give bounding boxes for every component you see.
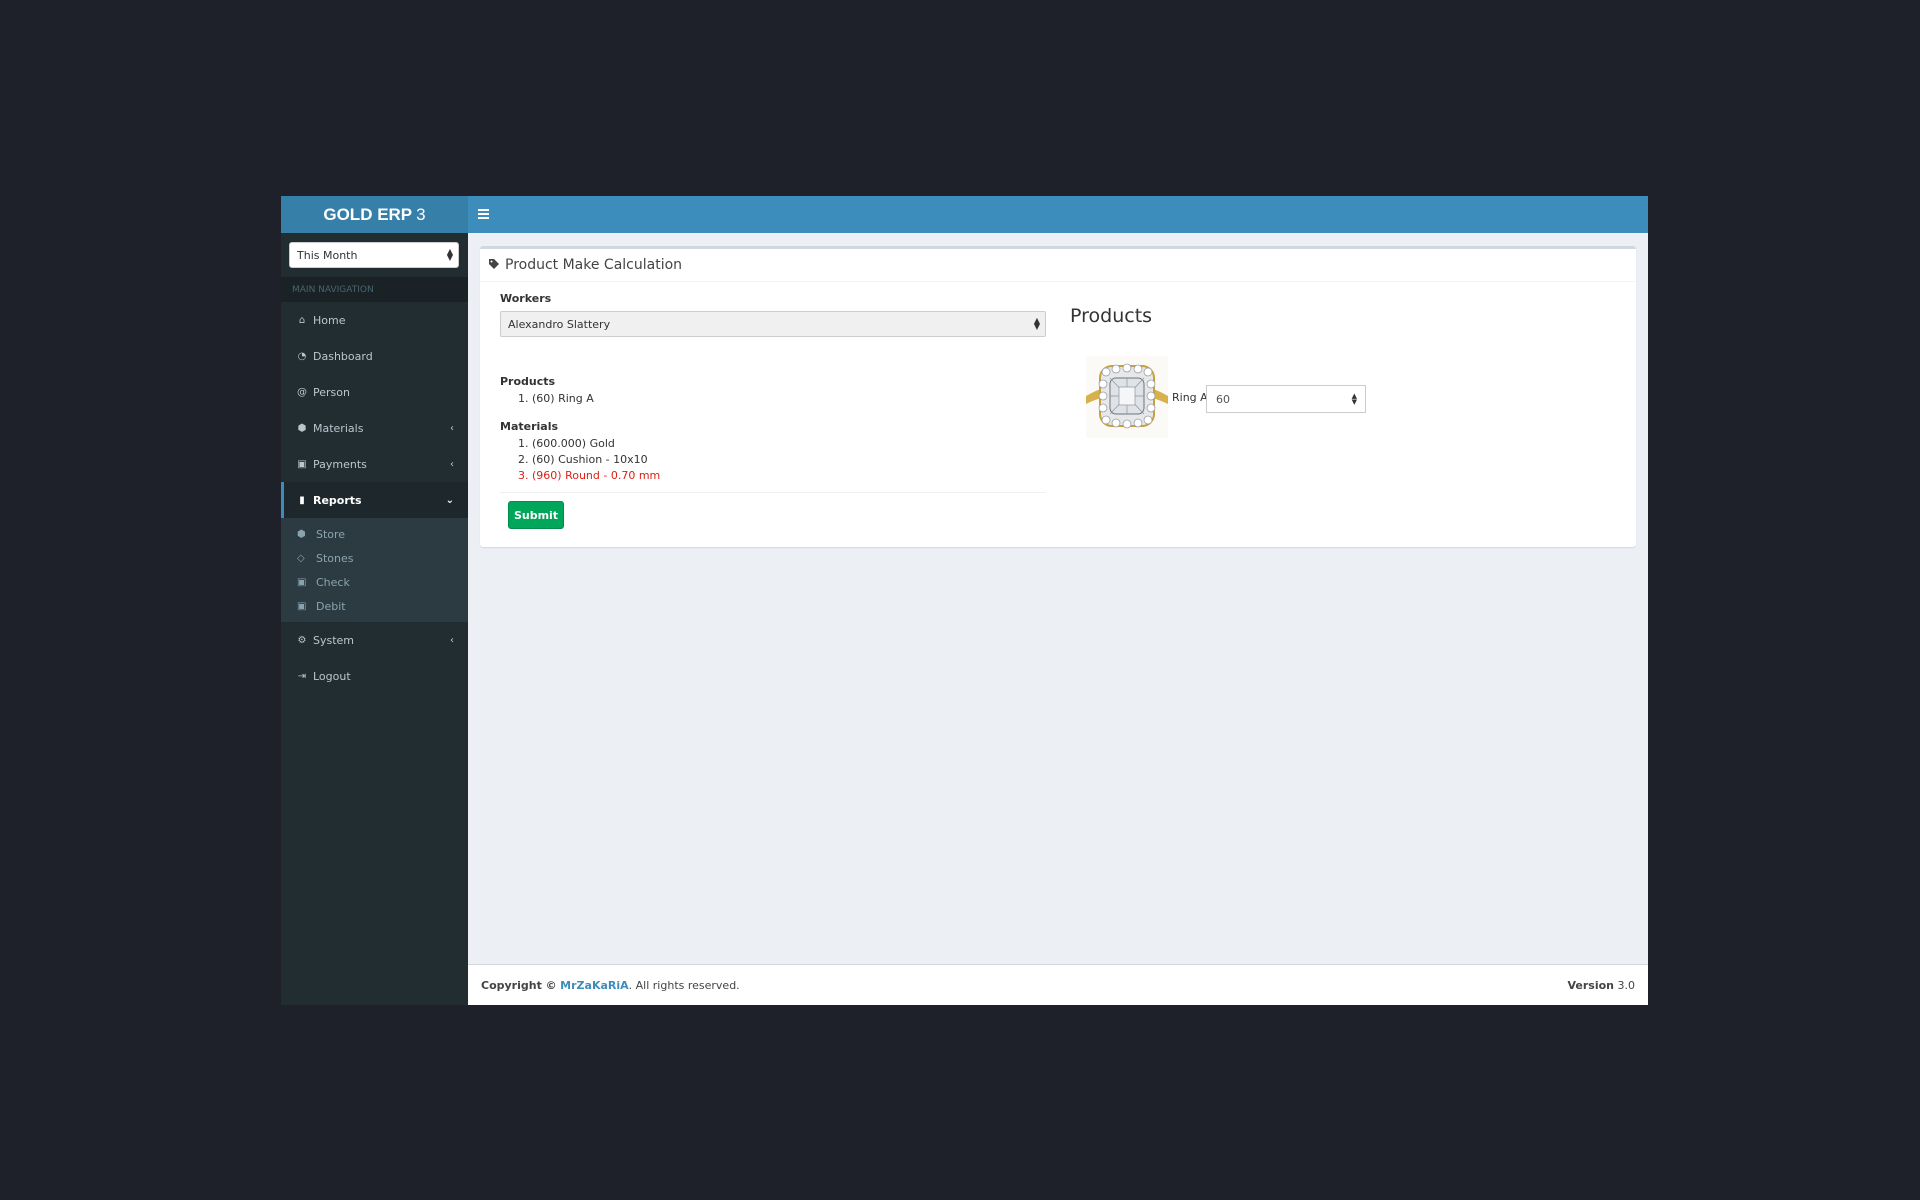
tag-icon [488, 258, 500, 273]
product-quantity-input[interactable]: 60 ▲ ▼ [1206, 385, 1366, 413]
sidebar-item-materials[interactable]: ⬢ Materials ‹ [281, 410, 468, 446]
sidebar-item-label: Reports [313, 493, 362, 507]
submit-button[interactable]: Submit [508, 501, 564, 529]
period-select-value: This Month [297, 248, 358, 262]
worker-select[interactable]: Alexandro Slattery ▲ ▼ [500, 311, 1046, 337]
sidebar: This Month ▲ ▼ MAIN NAVIGATION ⌂ Home ◔ D… [281, 233, 468, 1005]
products-list: (60) Ring A [500, 391, 594, 407]
chevron-left-icon: ‹ [450, 634, 454, 646]
submenu-item-label: Stones [316, 551, 354, 565]
at-icon: @ [297, 386, 307, 398]
period-select[interactable]: This Month ▲ ▼ [289, 242, 459, 268]
products-list-label: Products [500, 375, 556, 388]
ring-image [1086, 356, 1168, 438]
materials-list-label: Materials [500, 420, 559, 433]
sidebar-item-label: Logout [313, 669, 351, 683]
brand-name: GOLD ERP [323, 204, 413, 224]
box-header: Product Make Calculation [480, 249, 1636, 282]
divider [500, 492, 1046, 493]
sidebar-item-home[interactable]: ⌂ Home [281, 302, 468, 338]
submenu-item-label: Check [316, 575, 350, 589]
sidebar-menu: ⌂ Home ◔ Dashboard @ Person ⬢ Materials … [281, 302, 468, 694]
money-icon: ▣ [297, 576, 307, 588]
sidebar-item-dashboard[interactable]: ◔ Dashboard [281, 338, 468, 374]
version-info: Version 3.0 [1567, 979, 1635, 992]
copyright-suffix: . All rights reserved. [628, 978, 740, 992]
home-icon: ⌂ [298, 314, 306, 326]
submenu-item-store[interactable]: ⬢ Store [281, 522, 468, 546]
sidebar-item-payments[interactable]: ▣ Payments ‹ [281, 446, 468, 482]
materials-list: (600.000) Gold (60) Cushion - 10x10 (960… [500, 436, 660, 484]
workers-label: Workers [500, 292, 552, 305]
box-title: Product Make Calculation [505, 257, 683, 273]
cubes-icon: ⬢ [297, 422, 307, 434]
product-name: Ring A [1172, 391, 1208, 404]
version-label: Version [1567, 978, 1614, 992]
sidebar-item-logout[interactable]: ⇥ Logout [281, 658, 468, 694]
sidebar-item-label: Dashboard [313, 349, 373, 363]
version-number: 3.0 [1617, 978, 1636, 992]
chevron-left-icon: ‹ [450, 458, 454, 470]
submenu-item-debit[interactable]: ▣ Debit [281, 594, 468, 618]
submenu-item-stones[interactable]: ◇ Stones [281, 546, 468, 570]
products-heading: Products [1070, 305, 1153, 327]
bookmark-icon: ▮ [299, 494, 305, 506]
diamond-icon: ◇ [297, 552, 305, 564]
reports-submenu: ⬢ Store ◇ Stones ▣ Check ▣ Debit [281, 518, 468, 622]
copyright: Copyright © MrZaKaRiA. All rights reserv… [481, 979, 740, 992]
money-icon: ▣ [297, 600, 307, 612]
app-logo[interactable]: GOLD ERP 3 [281, 196, 468, 233]
chevron-left-icon: ‹ [450, 422, 454, 434]
worker-select-value: Alexandro Slattery [508, 317, 611, 331]
sidebar-item-reports[interactable]: ▮ Reports ⌄ [281, 482, 468, 518]
submenu-item-check[interactable]: ▣ Check [281, 570, 468, 594]
sidebar-item-system[interactable]: ⚙ System ‹ [281, 622, 468, 658]
sidebar-toggle-icon[interactable] [478, 205, 492, 223]
product-quantity-value: 60 [1216, 392, 1230, 406]
nav-header: MAIN NAVIGATION [281, 277, 468, 302]
app-window: GOLD ERP 3 This Month ▲ ▼ MAIN NAVIGATION… [281, 196, 1648, 1005]
top-navbar [468, 196, 1648, 233]
submenu-item-label: Store [316, 527, 346, 541]
cubes-icon: ⬢ [297, 528, 306, 540]
list-item-error: (960) Round - 0.70 mm [532, 468, 660, 484]
dashboard-icon: ◔ [297, 350, 307, 362]
sidebar-item-label: System [313, 633, 355, 647]
sidebar-item-person[interactable]: @ Person [281, 374, 468, 410]
select-arrows-icon: ▲ ▼ [1033, 316, 1040, 331]
sign-out-icon: ⇥ [297, 670, 307, 682]
sidebar-item-label: Home [313, 313, 346, 327]
select-arrows-icon: ▲ ▼ [446, 247, 453, 262]
spinner-icon[interactable]: ▲ ▼ [1352, 393, 1357, 406]
sidebar-item-label: Payments [313, 457, 367, 471]
list-item: (60) Ring A [532, 391, 594, 407]
submenu-item-label: Debit [316, 599, 346, 613]
chevron-down-icon: ⌄ [445, 494, 454, 506]
footer: Copyright © MrZaKaRiA. All rights reserv… [468, 964, 1648, 1005]
gear-icon: ⚙ [297, 634, 307, 646]
brand-version: 3 [416, 204, 426, 224]
money-icon: ▣ [297, 458, 307, 470]
sidebar-item-label: Person [313, 385, 350, 399]
list-item: (600.000) Gold [532, 436, 660, 452]
sidebar-item-label: Materials [313, 421, 364, 435]
author-link[interactable]: MrZaKaRiA [560, 979, 628, 992]
product-make-calculation-box: Product Make Calculation Workers Alexand… [480, 246, 1636, 547]
copyright-prefix: Copyright © [481, 978, 557, 992]
list-item: (60) Cushion - 10x10 [532, 452, 660, 468]
